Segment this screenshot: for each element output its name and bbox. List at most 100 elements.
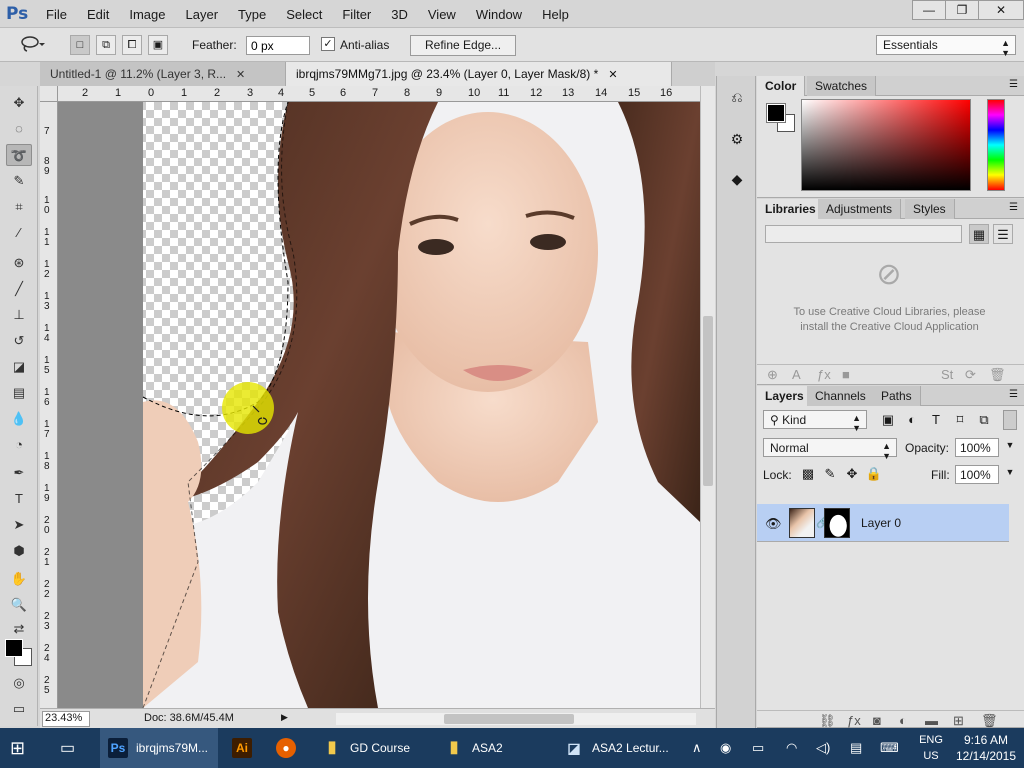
history-panel-icon[interactable]: ⎌ <box>726 86 748 108</box>
tab-layers[interactable]: Layers <box>757 386 813 406</box>
vertical-ruler[interactable]: 7 8 9 1 0 1 1 1 2 1 3 1 4 1 5 1 6 1 7 1 … <box>40 102 58 708</box>
screen-mode-icon[interactable]: ▭ <box>6 698 32 720</box>
panel-menu-icon[interactable]: ☰ <box>1009 202 1018 213</box>
add-layer-style-icon[interactable]: ƒx <box>847 713 861 728</box>
horizontal-scroll-thumb[interactable] <box>444 714 574 724</box>
tab-swatches[interactable]: Swatches <box>807 76 877 96</box>
new-selection-icon[interactable]: □ <box>70 35 90 55</box>
menu-3d[interactable]: 3D <box>381 0 418 28</box>
taskbar-firefox[interactable]: ● <box>276 728 304 768</box>
opacity-dropdown-icon[interactable]: ▼ <box>1001 440 1019 450</box>
pixel-filter-icon[interactable]: ▣ <box>879 412 897 428</box>
add-fill-color-icon[interactable]: ■ <box>842 367 850 382</box>
shape-tool-icon[interactable]: ⬢ <box>6 540 32 562</box>
pen-tool-icon[interactable]: ✒ <box>6 462 32 484</box>
vertical-scroll-thumb[interactable] <box>703 316 713 486</box>
notifications-icon[interactable]: ▤ <box>850 740 862 756</box>
marquee-tool-icon[interactable]: ◌ <box>6 118 32 140</box>
taskbar-asa2-lecture[interactable]: ◪ ASA2 Lectur... <box>564 728 684 768</box>
quick-selection-tool-icon[interactable]: ✎ <box>6 170 32 192</box>
restore-button[interactable]: ❐ <box>945 0 979 20</box>
adjustment-filter-icon[interactable]: ◐ <box>903 412 921 427</box>
foreground-color-swatch[interactable] <box>5 639 23 657</box>
history-brush-tool-icon[interactable]: ↺ <box>6 330 32 352</box>
task-view-icon[interactable]: ▭ <box>60 728 75 768</box>
tab-paths[interactable]: Paths <box>873 386 921 406</box>
add-selection-icon[interactable]: ⧉ <box>96 35 116 55</box>
blend-mode-select[interactable]: Normal ▲ ▼ <box>763 438 897 461</box>
close-icon[interactable]: ✕ <box>608 69 617 81</box>
gradient-tool-icon[interactable]: ▤ <box>6 382 32 404</box>
fill-dropdown-icon[interactable]: ▼ <box>1001 467 1019 477</box>
minimize-button[interactable]: — <box>912 0 946 20</box>
menu-view[interactable]: View <box>418 0 466 28</box>
taskbar-asa2[interactable]: ▮ ASA2 <box>444 728 554 768</box>
group-folder-icon[interactable]: ▬ <box>925 713 938 728</box>
battery-icon[interactable]: ▭ <box>752 740 764 756</box>
menu-edit[interactable]: Edit <box>77 0 119 28</box>
layer-thumbnail[interactable] <box>789 508 815 538</box>
type-tool-icon[interactable]: T <box>6 488 32 510</box>
tab-ibrqjms79mmg71[interactable]: ibrqjms79MMg71.jpg @ 23.4% (Layer 0, Lay… <box>286 62 672 86</box>
menu-help[interactable]: Help <box>532 0 579 28</box>
lasso-preset-icon[interactable] <box>18 35 48 55</box>
layer-filter-select[interactable]: ⚲ Kind ▲ ▼ <box>763 410 867 433</box>
brush-tool-icon[interactable]: ╱ <box>6 278 32 300</box>
layer-name[interactable]: Layer 0 <box>861 516 901 530</box>
sync-icon[interactable]: ⟳ <box>965 367 976 383</box>
panel-menu-icon[interactable]: ☰ <box>1009 79 1018 90</box>
volume-icon[interactable]: ◁) <box>816 740 830 756</box>
ruler-origin[interactable] <box>40 86 58 102</box>
clock[interactable]: 9:16 AM 12/14/2015 <box>955 732 1017 764</box>
quick-mask-icon[interactable]: ◎ <box>6 672 32 694</box>
dodge-tool-icon[interactable]: ◔ <box>6 434 32 456</box>
filter-toggle[interactable] <box>1003 410 1017 430</box>
grid-view-icon[interactable]: ▦ <box>969 224 989 244</box>
panel-menu-icon[interactable]: ☰ <box>1009 389 1018 400</box>
tab-libraries[interactable]: Libraries <box>757 199 825 219</box>
link-layers-icon[interactable]: ⛓ <box>819 713 836 729</box>
tab-untitled-1[interactable]: Untitled-1 @ 11.2% (Layer 3, R... ✕ <box>40 62 286 86</box>
menu-window[interactable]: Window <box>466 0 532 28</box>
lock-position-icon[interactable]: ✥ <box>843 466 861 482</box>
workspace-select[interactable]: Essentials ▲ ▼ <box>876 35 1016 58</box>
type-filter-icon[interactable]: T <box>927 412 945 427</box>
smart-object-filter-icon[interactable]: ⧉ <box>975 412 993 428</box>
trash-icon[interactable]: 🗑 <box>989 367 1006 383</box>
color-field[interactable] <box>801 99 971 191</box>
tray-app-icon[interactable]: ◉ <box>720 740 731 756</box>
lock-all-icon[interactable]: 🔒 <box>865 466 883 482</box>
zoom-tool-icon[interactable]: 🔍 <box>6 594 32 616</box>
horizontal-scrollbar[interactable] <box>336 713 696 725</box>
input-language[interactable]: ENG US <box>916 732 946 764</box>
wifi-icon[interactable]: ◠ <box>786 740 797 756</box>
layer-mask-thumbnail[interactable] <box>824 508 850 538</box>
add-graphic-icon[interactable]: ⊕ <box>767 367 778 383</box>
lock-image-icon[interactable]: ✎ <box>821 466 839 482</box>
tab-color[interactable]: Color <box>757 76 806 96</box>
list-view-icon[interactable]: ☰ <box>993 224 1013 244</box>
stock-icon[interactable]: St <box>941 367 953 382</box>
tab-styles[interactable]: Styles <box>905 199 955 219</box>
healing-brush-tool-icon[interactable]: ⊛ <box>6 252 32 274</box>
crop-tool-icon[interactable]: ⌗ <box>6 196 32 218</box>
move-tool-icon[interactable]: ✥ <box>6 92 32 114</box>
shape-filter-icon[interactable]: ⌑ <box>951 412 969 428</box>
tray-expand-icon[interactable]: ∧ <box>692 740 702 756</box>
add-character-style-icon[interactable]: A <box>792 367 801 382</box>
menu-type[interactable]: Type <box>228 0 276 28</box>
add-layer-style-icon[interactable]: ƒx <box>817 367 831 382</box>
hand-tool-icon[interactable]: ✋ <box>6 568 32 590</box>
canvas-image[interactable] <box>58 102 700 708</box>
new-layer-icon[interactable]: ⊞ <box>953 713 964 729</box>
3d-panel-icon[interactable]: ◆ <box>726 168 748 190</box>
close-icon[interactable]: ✕ <box>236 69 245 81</box>
tab-channels[interactable]: Channels <box>807 386 875 406</box>
eraser-tool-icon[interactable]: ◪ <box>6 356 32 378</box>
opacity-input[interactable]: 100% <box>955 438 999 457</box>
eye-icon[interactable]: 👁 <box>765 516 782 532</box>
clone-stamp-tool-icon[interactable]: ⊥ <box>6 304 32 326</box>
delete-layer-icon[interactable]: 🗑 <box>981 713 998 729</box>
swap-colors-icon[interactable]: ⇄ <box>6 618 32 640</box>
subtract-selection-icon[interactable]: ⧠ <box>122 35 142 55</box>
